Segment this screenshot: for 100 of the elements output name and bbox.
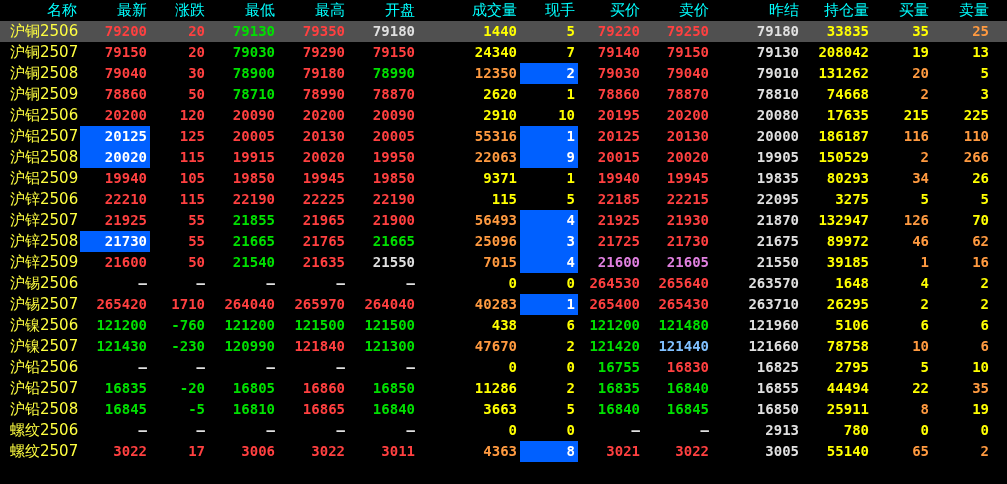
- table-cell: 40283: [474, 296, 517, 312]
- column-header[interactable]: 涨跌: [150, 0, 208, 21]
- table-cell: 62: [972, 233, 989, 249]
- table-cell: 5106: [835, 317, 869, 333]
- table-cell: -230: [171, 338, 205, 354]
- table-cell: 79030: [597, 65, 640, 81]
- column-header[interactable]: 买价: [578, 0, 643, 21]
- table-cell: 3: [980, 86, 989, 102]
- table-cell: 265970: [294, 296, 345, 312]
- table-cell: 2: [920, 296, 929, 312]
- table-cell: 20130: [302, 128, 345, 144]
- quote-row[interactable]: 沪铝2509 19940 105 19850 19945 19850 9371 1 19940 19945 19835 80293 34 26: [0, 168, 1007, 189]
- quote-row[interactable]: 沪锌2508 21730 55 21665 21765 21665 25096 3 21725 21730 21675 89972 46 62: [0, 231, 1007, 252]
- quote-row[interactable]: 沪铝2508 20020 115 19915 20020 19950 22063 9 20015 20020 19905 150529 2 266: [0, 147, 1007, 168]
- column-header[interactable]: 成交量: [418, 0, 520, 21]
- table-cell: 21540: [232, 254, 275, 270]
- quote-row[interactable]: 沪铝2507 20125 125 20005 20130 20005 55316 1 20125 20130 20000 186187 116 110: [0, 126, 1007, 147]
- column-header[interactable]: 昨结: [712, 0, 802, 21]
- table-cell: 20005: [372, 128, 415, 144]
- table-cell: 3021: [606, 443, 640, 459]
- table-cell: —: [266, 275, 275, 291]
- quote-row[interactable]: 沪铅2508 16845 -5 16810 16865 16840 3663 5 16840 16845 16850 25911 8 19: [0, 399, 1007, 420]
- table-cell: -760: [171, 317, 205, 333]
- column-header[interactable]: 持仓量: [802, 0, 872, 21]
- table-cell: 20: [912, 65, 929, 81]
- column-header[interactable]: 现手: [520, 0, 578, 21]
- table-cell: 121500: [294, 317, 345, 333]
- quote-row[interactable]: 沪锡2506 — — — — — 0 0 264530 265640 263570 1648 4 2: [0, 273, 1007, 294]
- table-cell: 3005: [765, 443, 799, 459]
- table-cell: 56493: [474, 212, 517, 228]
- column-header[interactable]: 开盘: [348, 0, 418, 21]
- table-cell: 79130: [756, 44, 799, 60]
- table-cell: 208042: [818, 44, 869, 60]
- table-cell: 115: [491, 191, 517, 207]
- table-cell: 11286: [474, 380, 517, 396]
- quote-row[interactable]: 沪锌2507 21925 55 21855 21965 21900 56493 4 21925 21930 21870 132947 126 70: [0, 210, 1007, 231]
- table-cell: 120: [179, 107, 205, 123]
- table-cell: 79010: [756, 65, 799, 81]
- quote-row[interactable]: 沪铜2508 79040 30 78900 79180 78990 12350 2 79030 79040 79010 131262 20 5: [0, 63, 1007, 84]
- table-cell: 265430: [658, 296, 709, 312]
- table-cell: —: [336, 275, 345, 291]
- table-cell: 20015: [597, 149, 640, 165]
- table-cell: 79180: [372, 23, 415, 39]
- table-cell: 16810: [232, 401, 275, 417]
- quote-row[interactable]: 沪铜2509 78860 50 78710 78990 78870 2620 1 78860 78870 78810 74668 2 3: [0, 84, 1007, 105]
- table-cell: 6: [920, 317, 929, 333]
- table-cell: 19835: [756, 170, 799, 186]
- table-cell: 21600: [104, 254, 147, 270]
- table-cell: 121200: [96, 317, 147, 333]
- contract-name: 螺纹2507: [9, 441, 80, 462]
- table-cell: 21925: [104, 212, 147, 228]
- table-cell: 9371: [483, 170, 517, 186]
- column-header[interactable]: 卖价: [643, 0, 712, 21]
- table-cell: 21550: [756, 254, 799, 270]
- table-cell: 21900: [372, 212, 415, 228]
- table-cell: 1: [566, 296, 575, 312]
- quote-row[interactable]: 沪铜2507 79150 20 79030 79290 79150 24340 7 79140 79150 79130 208042 19 13: [0, 42, 1007, 63]
- table-cell: 79150: [372, 44, 415, 60]
- quote-row[interactable]: 螺纹2507 3022 17 3006 3022 3011 4363 8 3021 3022 3005 55140 65 2: [0, 441, 1007, 462]
- quote-row[interactable]: 沪镍2507 121430 -230 120990 121840 121300 47670 2 121420 121440 121660 78758 10 6: [0, 336, 1007, 357]
- table-cell: 16855: [756, 380, 799, 396]
- column-header[interactable]: 最低: [208, 0, 278, 21]
- contract-name: 沪锌2507: [9, 210, 80, 231]
- table-cell: 5: [920, 359, 929, 375]
- table-cell: 2795: [835, 359, 869, 375]
- table-cell: 8: [566, 443, 575, 459]
- quote-row[interactable]: 沪铝2506 20200 120 20090 20200 20090 2910 10 20195 20200 20080 17635 215 225: [0, 105, 1007, 126]
- table-cell: 225: [963, 107, 989, 123]
- column-header[interactable]: 名称: [0, 0, 80, 21]
- column-header[interactable]: 最高: [278, 0, 348, 21]
- contract-name: 沪镍2507: [9, 336, 80, 357]
- quote-row[interactable]: 沪铅2507 16835 -20 16805 16860 16850 11286 2 16835 16840 16855 44494 22 35: [0, 378, 1007, 399]
- column-header[interactable]: 最新: [80, 0, 150, 21]
- table-cell: 7: [566, 44, 575, 60]
- table-cell: 20200: [302, 107, 345, 123]
- contract-name: 沪铜2506: [9, 21, 80, 42]
- table-cell: 186187: [818, 128, 869, 144]
- table-cell: 79200: [104, 23, 147, 39]
- table-cell: 1: [566, 170, 575, 186]
- column-header[interactable]: 买量: [872, 0, 932, 21]
- quote-row[interactable]: 沪铅2506 — — — — — 0 0 16755 16830 16825 2795 5 10: [0, 357, 1007, 378]
- table-cell: 26295: [826, 296, 869, 312]
- quote-row[interactable]: 螺纹2506 — — — — — 0 0 — — 2913 780 0 0: [0, 420, 1007, 441]
- table-cell: 22190: [232, 191, 275, 207]
- table-cell: 131262: [818, 65, 869, 81]
- table-cell: —: [138, 359, 147, 375]
- table-cell: 121300: [364, 338, 415, 354]
- contract-name: 沪铜2509: [9, 84, 80, 105]
- table-cell: 0: [566, 275, 575, 291]
- quote-row[interactable]: 沪锡2507 265420 1710 264040 265970 264040 40283 1 265400 265430 263710 26295 2 2: [0, 294, 1007, 315]
- column-header[interactable]: 卖量: [932, 0, 992, 21]
- quote-row[interactable]: 沪锌2509 21600 50 21540 21635 21550 7015 4 21600 21605 21550 39185 1 16: [0, 252, 1007, 273]
- quote-row[interactable]: 沪锌2506 22210 115 22190 22225 22190 115 5 22185 22215 22095 3275 5 5: [0, 189, 1007, 210]
- table-cell: 16840: [597, 401, 640, 417]
- quote-row[interactable]: 沪铜2506 79200 20 79130 79350 79180 1440 5 79220 79250 79180 33835 35 25: [0, 21, 1007, 42]
- quote-row[interactable]: 沪镍2506 121200 -760 121200 121500 121500 438 6 121200 121480 121960 5106 6 6: [0, 315, 1007, 336]
- table-cell: 265640: [658, 275, 709, 291]
- table-cell: 21605: [666, 254, 709, 270]
- table-cell: 20200: [666, 107, 709, 123]
- table-cell: 121420: [589, 338, 640, 354]
